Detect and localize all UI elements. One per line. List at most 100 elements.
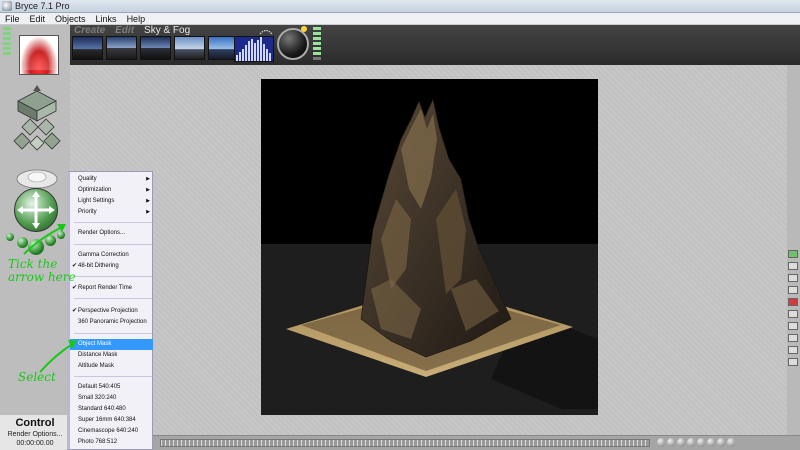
options-icon[interactable] bbox=[717, 438, 725, 447]
record-icon[interactable] bbox=[687, 438, 695, 447]
menu-render-options[interactable]: Render Options... bbox=[78, 228, 153, 239]
preview-icon[interactable] bbox=[788, 310, 798, 318]
menu-48bit-dithering[interactable]: ✔ 48-bit Dithering bbox=[72, 261, 153, 272]
more-icon[interactable] bbox=[727, 438, 735, 447]
menu-separator bbox=[74, 276, 152, 277]
menu-360-panoramic[interactable]: 360 Panoramic Projection bbox=[78, 317, 153, 328]
menu-help[interactable]: Help bbox=[122, 13, 151, 24]
menu-perspective-projection-label: Perspective Projection bbox=[78, 308, 138, 314]
menu-size-photo[interactable]: Photo 768:512 bbox=[78, 437, 153, 448]
checkmark-icon: ✔ bbox=[72, 308, 78, 314]
menu-separator bbox=[74, 376, 152, 377]
render-button[interactable] bbox=[19, 35, 59, 75]
submenu-arrow-icon: ▶ bbox=[146, 187, 150, 193]
camera-dome-icon[interactable] bbox=[14, 165, 60, 189]
menu-separator bbox=[74, 298, 152, 299]
pan-ball-right[interactable] bbox=[57, 231, 65, 239]
render-region-icon[interactable] bbox=[788, 298, 798, 306]
pan-ball-left[interactable] bbox=[6, 233, 14, 241]
menu-separator bbox=[74, 244, 152, 245]
menu-file[interactable]: File bbox=[0, 13, 25, 24]
sun-position-knob[interactable] bbox=[301, 26, 307, 32]
annotation-line-2: arrow here bbox=[8, 270, 76, 284]
pan-ball-center[interactable] bbox=[28, 239, 44, 255]
camera-controls-icon[interactable] bbox=[12, 117, 62, 159]
bryce-app-icon bbox=[2, 1, 12, 11]
terrain-mountain bbox=[286, 98, 598, 409]
submenu-arrow-icon: ▶ bbox=[146, 209, 150, 215]
sun-shadow-icon[interactable] bbox=[259, 26, 273, 35]
submenu-arrow-icon: ▶ bbox=[146, 198, 150, 204]
palette-tabs: Create Edit Sky & Fog bbox=[74, 25, 190, 36]
animation-timeline[interactable] bbox=[160, 439, 650, 447]
loop-icon[interactable] bbox=[707, 438, 715, 447]
zoom-icon[interactable] bbox=[788, 322, 798, 330]
menu-gamma-correction[interactable]: Gamma Correction bbox=[78, 250, 153, 261]
play-icon[interactable] bbox=[657, 438, 665, 447]
menu-report-render-time[interactable]: ✔ Report Render Time bbox=[72, 283, 153, 294]
keyframe-icon[interactable] bbox=[697, 438, 705, 447]
menu-links[interactable]: Links bbox=[91, 13, 122, 24]
timeline-strip bbox=[152, 435, 800, 450]
menu-objects[interactable]: Objects bbox=[50, 13, 91, 24]
control-subtitle: Render Options... bbox=[7, 431, 63, 438]
menu-optimization[interactable]: Optimization ▶ bbox=[78, 185, 153, 196]
control-title: Control bbox=[15, 417, 55, 429]
checkmark-icon: ✔ bbox=[72, 285, 78, 291]
control-panel: Control Render Options... 00:00:00.00 bbox=[0, 25, 70, 450]
menu-size-small[interactable]: Small 320:240 bbox=[78, 393, 153, 404]
pan-ball-mid-right[interactable] bbox=[45, 235, 56, 246]
render-options-menu: Quality ▶ Optimization ▶ Light Settings ▶ P… bbox=[67, 171, 153, 450]
window-title-bar: Bryce 7.1 Pro bbox=[0, 0, 800, 13]
texture-icon[interactable] bbox=[788, 274, 798, 282]
history-icon[interactable] bbox=[788, 358, 798, 366]
menu-size-super16mm[interactable]: Super 16mm 640:384 bbox=[78, 415, 153, 426]
wireframe-icon[interactable] bbox=[788, 262, 798, 270]
shadow-icon[interactable] bbox=[788, 286, 798, 294]
menu-report-render-time-label: Report Render Time bbox=[78, 285, 133, 291]
control-status: Control Render Options... 00:00:00.00 bbox=[0, 415, 70, 450]
sky-preset-3[interactable] bbox=[140, 36, 171, 60]
tab-sky-fog[interactable]: Sky & Fog bbox=[144, 25, 190, 36]
menu-light-settings-label: Light Settings bbox=[78, 198, 115, 204]
rewind-icon[interactable] bbox=[667, 438, 675, 447]
menu-quality-label: Quality bbox=[78, 176, 97, 182]
menu-priority-label: Priority bbox=[78, 209, 97, 215]
grid-icon[interactable] bbox=[788, 334, 798, 342]
menu-distance-mask[interactable]: Distance Mask bbox=[78, 350, 153, 361]
display-mode-tools bbox=[788, 250, 800, 366]
tab-edit[interactable]: Edit bbox=[115, 25, 134, 36]
menu-altitude-mask[interactable]: Altitude Mask bbox=[78, 361, 153, 372]
menu-separator bbox=[74, 333, 152, 334]
menu-size-standard[interactable]: Standard 640:480 bbox=[78, 404, 153, 415]
menu-separator bbox=[74, 222, 152, 223]
menu-size-default[interactable]: Default 540:405 bbox=[78, 382, 153, 393]
menu-48bit-dithering-label: 48-bit Dithering bbox=[78, 263, 119, 269]
menu-object-mask[interactable]: Object Mask bbox=[70, 339, 153, 350]
menu-edit[interactable]: Edit bbox=[25, 13, 51, 24]
menu-size-cinemascope[interactable]: Cinemascope 640:240 bbox=[78, 426, 153, 437]
menu-optimization-label: Optimization bbox=[78, 187, 112, 193]
menu-quality[interactable]: Quality ▶ bbox=[78, 174, 153, 185]
render-viewport[interactable] bbox=[261, 79, 598, 415]
display-mode-icon[interactable] bbox=[788, 250, 798, 258]
window-title: Bryce 7.1 Pro bbox=[15, 1, 70, 11]
tab-create[interactable]: Create bbox=[74, 25, 105, 36]
palette-level-indicator-right bbox=[313, 27, 321, 61]
fog-histogram[interactable] bbox=[234, 36, 274, 62]
sky-preset-4[interactable] bbox=[174, 36, 205, 60]
forward-icon[interactable] bbox=[677, 438, 685, 447]
sun-moon-dial[interactable] bbox=[277, 28, 309, 60]
sky-fog-palette: Create Edit Sky & Fog bbox=[0, 25, 800, 65]
sky-preset-2[interactable] bbox=[106, 36, 137, 60]
annotation-select: Select bbox=[18, 370, 56, 384]
fit-icon[interactable] bbox=[788, 346, 798, 354]
menu-perspective-projection[interactable]: ✔ Perspective Projection bbox=[72, 306, 153, 317]
sky-preset-1[interactable] bbox=[72, 36, 103, 60]
pan-ball-mid-left[interactable] bbox=[17, 237, 28, 248]
playback-controls bbox=[657, 438, 735, 447]
render-time: 00:00:00.00 bbox=[16, 440, 54, 447]
menu-bar: File Edit Objects Links Help bbox=[0, 13, 800, 25]
menu-light-settings[interactable]: Light Settings ▶ bbox=[78, 196, 153, 207]
menu-priority[interactable]: Priority ▶ bbox=[78, 207, 153, 218]
